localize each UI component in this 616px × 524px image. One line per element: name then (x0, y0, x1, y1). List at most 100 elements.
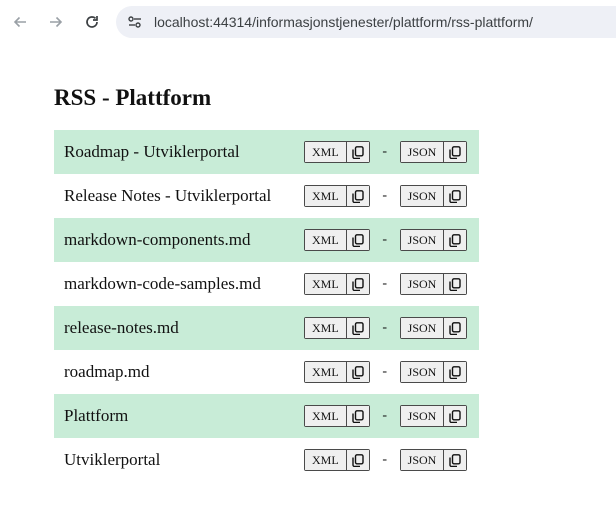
xml-button-group: XML (304, 449, 370, 471)
copy-xml-button[interactable] (345, 450, 369, 470)
copy-json-button[interactable] (443, 142, 467, 162)
copy-json-button[interactable] (443, 274, 467, 294)
feed-actions: XML - JSON (304, 306, 479, 350)
copy-icon (449, 189, 462, 203)
feed-name: release-notes.md (64, 318, 179, 337)
feed-name: Roadmap - Utviklerportal (64, 142, 240, 161)
feed-name: Plattform (64, 406, 129, 425)
xml-link-button[interactable]: XML (305, 186, 346, 206)
xml-button-group: XML (304, 141, 370, 163)
copy-icon (351, 277, 364, 291)
table-row: Plattform XML - JSON (54, 394, 479, 438)
feed-actions: XML - JSON (304, 130, 479, 174)
feed-actions: XML - JSON (304, 262, 479, 306)
json-button-group: JSON (399, 361, 468, 383)
feed-actions: XML - JSON (304, 394, 479, 438)
xml-link-button[interactable]: XML (305, 362, 346, 382)
table-row: release-notes.md XML - JSON (54, 306, 479, 350)
copy-icon (351, 233, 364, 247)
xml-link-button[interactable]: XML (305, 142, 346, 162)
xml-link-button[interactable]: XML (305, 406, 346, 426)
copy-json-button[interactable] (443, 318, 467, 338)
separator: - (382, 232, 387, 247)
back-button[interactable] (10, 12, 30, 32)
url-text[interactable]: localhost:44314/informasjonstjenester/pl… (154, 14, 533, 30)
json-button-group: JSON (399, 185, 468, 207)
feed-name: roadmap.md (64, 362, 150, 381)
copy-xml-button[interactable] (345, 230, 369, 250)
json-link-button[interactable]: JSON (400, 450, 444, 470)
reload-button[interactable] (82, 12, 102, 32)
json-button-group: JSON (399, 317, 468, 339)
json-button-group: JSON (399, 229, 468, 251)
copy-icon (449, 233, 462, 247)
table-row: markdown-components.md XML - JSON (54, 218, 479, 262)
copy-icon (449, 365, 462, 379)
copy-xml-button[interactable] (345, 318, 369, 338)
json-link-button[interactable]: JSON (400, 230, 444, 250)
copy-xml-button[interactable] (345, 362, 369, 382)
json-button-group: JSON (399, 449, 468, 471)
forward-button[interactable] (46, 12, 66, 32)
json-link-button[interactable]: JSON (400, 362, 444, 382)
xml-link-button[interactable]: XML (305, 274, 346, 294)
separator: - (382, 144, 387, 159)
copy-icon (351, 365, 364, 379)
copy-json-button[interactable] (443, 186, 467, 206)
copy-xml-button[interactable] (345, 406, 369, 426)
json-button-group: JSON (399, 141, 468, 163)
copy-xml-button[interactable] (345, 274, 369, 294)
table-row: Utviklerportal XML - JSON (54, 438, 479, 482)
copy-icon (449, 321, 462, 335)
xml-link-button[interactable]: XML (305, 450, 346, 470)
arrow-right-icon (50, 16, 63, 28)
separator: - (382, 364, 387, 379)
feed-name: markdown-components.md (64, 230, 251, 249)
arrow-left-icon (13, 16, 26, 28)
browser-toolbar: localhost:44314/informasjonstjenester/pl… (0, 0, 616, 44)
json-button-group: JSON (399, 405, 468, 427)
copy-icon (351, 145, 364, 159)
table-row: roadmap.md XML - JSON (54, 350, 479, 394)
copy-json-button[interactable] (443, 362, 467, 382)
separator: - (382, 452, 387, 467)
site-settings-icon[interactable] (126, 13, 144, 31)
feed-name: markdown-code-samples.md (64, 274, 261, 293)
copy-icon (449, 145, 462, 159)
feed-actions: XML - JSON (304, 174, 479, 218)
copy-icon (449, 453, 462, 467)
xml-link-button[interactable]: XML (305, 230, 346, 250)
copy-json-button[interactable] (443, 230, 467, 250)
json-link-button[interactable]: JSON (400, 274, 444, 294)
feed-name: Release Notes - Utviklerportal (64, 186, 272, 205)
table-row: Release Notes - Utviklerportal XML - JSO… (54, 174, 479, 218)
copy-icon (351, 189, 364, 203)
xml-link-button[interactable]: XML (305, 318, 346, 338)
separator: - (382, 188, 387, 203)
table-row: markdown-code-samples.md XML - JSON (54, 262, 479, 306)
json-link-button[interactable]: JSON (400, 186, 444, 206)
copy-xml-button[interactable] (345, 142, 369, 162)
xml-button-group: XML (304, 185, 370, 207)
feed-name: Utviklerportal (64, 450, 161, 469)
separator: - (382, 408, 387, 423)
json-link-button[interactable]: JSON (400, 406, 444, 426)
copy-icon (351, 409, 364, 423)
address-bar[interactable]: localhost:44314/informasjonstjenester/pl… (116, 6, 616, 38)
copy-json-button[interactable] (443, 450, 467, 470)
copy-json-button[interactable] (443, 406, 467, 426)
json-button-group: JSON (399, 273, 468, 295)
reload-icon (86, 16, 98, 28)
copy-icon (449, 409, 462, 423)
feed-actions: XML - JSON (304, 350, 479, 394)
separator: - (382, 276, 387, 291)
feed-table: Roadmap - Utviklerportal XML - JSON Rele… (54, 130, 479, 482)
page-content: RSS - Plattform Roadmap - Utviklerportal… (54, 84, 479, 482)
copy-icon (351, 453, 364, 467)
table-row: Roadmap - Utviklerportal XML - JSON (54, 130, 479, 174)
json-link-button[interactable]: JSON (400, 318, 444, 338)
page-title: RSS - Plattform (54, 85, 212, 110)
xml-button-group: XML (304, 317, 370, 339)
json-link-button[interactable]: JSON (400, 142, 444, 162)
copy-xml-button[interactable] (345, 186, 369, 206)
